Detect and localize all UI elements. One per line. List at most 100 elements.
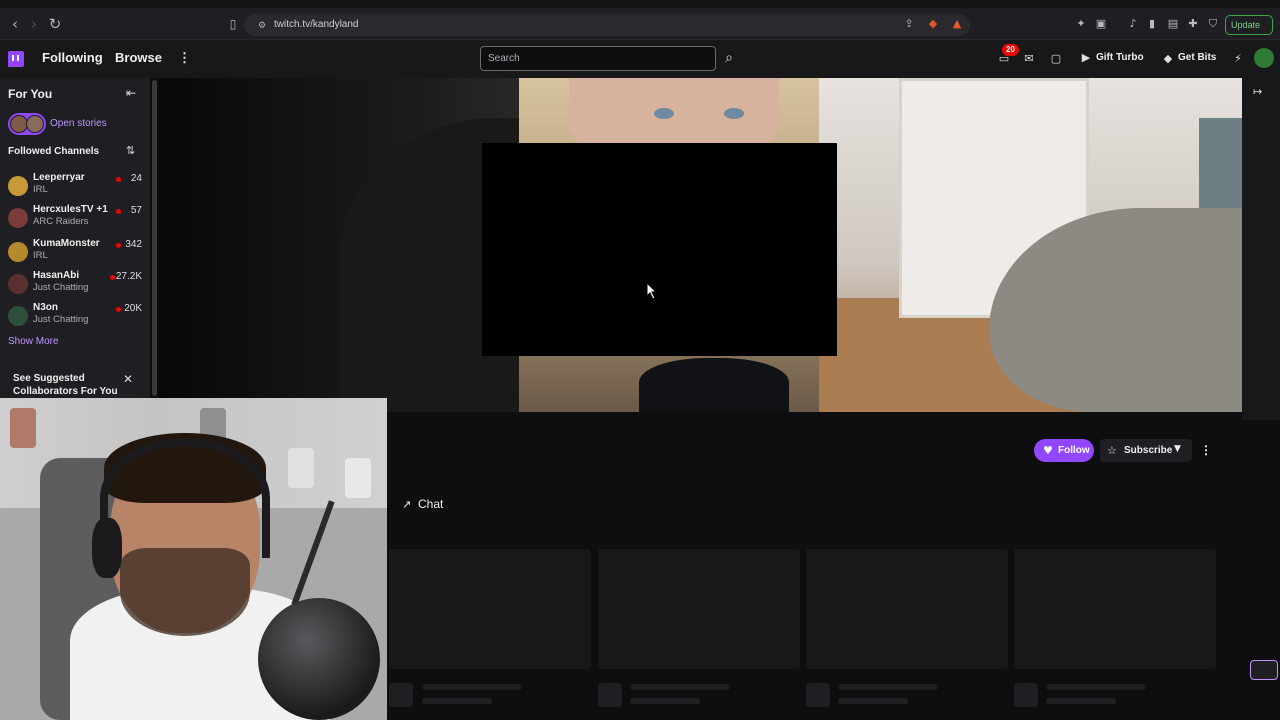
show-more-link[interactable]: Show More xyxy=(8,336,59,347)
live-dot-icon xyxy=(110,275,115,280)
video-streamer-shirt xyxy=(639,358,789,412)
webcam-person-beard xyxy=(120,548,250,636)
skeleton-line xyxy=(1046,684,1146,690)
extensions-icon[interactable]: ✦ xyxy=(1074,17,1088,31)
channel-category: IRL xyxy=(33,184,48,195)
followed-channel[interactable]: KumaMonster IRL 342 xyxy=(0,238,150,268)
channel-category: Just Chatting xyxy=(33,314,89,325)
close-icon[interactable]: ✕ xyxy=(123,372,133,386)
skeleton-line xyxy=(630,698,700,704)
channel-name: N3on xyxy=(33,302,58,313)
chat-collapsed-panel xyxy=(1242,78,1280,420)
channel-category: IRL xyxy=(33,250,48,261)
ai-icon[interactable]: ⚡ xyxy=(1230,51,1246,67)
live-dot-icon xyxy=(116,243,121,248)
skeleton-avatar xyxy=(598,683,622,707)
tab-search-icon[interactable]: ▣ xyxy=(1094,17,1108,31)
brave-shield-icon[interactable]: ◆ xyxy=(926,17,940,31)
star-icon: ☆ xyxy=(1107,444,1117,457)
viewer-count: 342 xyxy=(125,239,142,250)
video-card-placeholder[interactable] xyxy=(1014,549,1216,669)
sort-icon[interactable]: ⇅ xyxy=(126,144,135,157)
nav-following[interactable]: Following xyxy=(42,50,103,65)
webcam-overlay xyxy=(0,398,387,720)
skeleton-line xyxy=(422,698,492,704)
nav-browse[interactable]: Browse xyxy=(115,50,162,65)
open-stories-link[interactable]: Open stories xyxy=(50,118,107,129)
reload-icon[interactable]: ↻ xyxy=(45,14,65,34)
followed-channel[interactable]: HercxulesTV +1 ARC Raiders 57 xyxy=(0,204,150,234)
popout-arrow-icon: ↗ xyxy=(402,498,412,511)
viewer-count: 27.2K xyxy=(115,271,142,282)
skeleton-avatar xyxy=(389,683,413,707)
twitch-logo-icon[interactable] xyxy=(8,51,24,67)
shelf-item xyxy=(288,448,314,488)
chat-link[interactable]: Chat xyxy=(418,497,443,511)
vpn-icon[interactable]: ⛉ xyxy=(1206,17,1220,31)
stories-avatars[interactable] xyxy=(8,113,46,135)
channel-name: HasanAbi xyxy=(33,270,80,281)
suggested-collaborators-prompt[interactable]: See Suggested Collaborators For You xyxy=(13,372,123,398)
more-options-icon[interactable]: ⋮ xyxy=(1200,443,1212,457)
back-icon[interactable]: ‹ xyxy=(5,14,25,34)
music-icon[interactable]: ♪ xyxy=(1126,17,1140,31)
browser-tab-strip[interactable] xyxy=(0,0,1280,8)
url-text[interactable]: twitch.tv/kandyland xyxy=(274,19,359,30)
viewer-count: 20K xyxy=(124,303,142,314)
channel-avatar xyxy=(8,306,28,326)
wallet-icon[interactable]: ▤ xyxy=(1166,17,1180,31)
search-placeholder: Search xyxy=(488,53,520,64)
followed-channel[interactable]: N3on Just Chatting 20K xyxy=(0,302,150,332)
get-bits-button[interactable]: Get Bits xyxy=(1178,52,1216,63)
search-icon[interactable]: ⌕ xyxy=(718,46,740,71)
skeleton-avatar xyxy=(1014,683,1038,707)
notification-badge: 20 xyxy=(1002,44,1019,56)
gift-turbo-button[interactable]: Gift Turbo xyxy=(1096,52,1144,63)
live-dot-icon xyxy=(116,177,121,182)
update-button[interactable]: Update xyxy=(1225,15,1273,35)
followed-channel[interactable]: Leeperryar IRL 24 xyxy=(0,172,150,202)
skeleton-line xyxy=(838,698,908,704)
whispers-icon[interactable]: ▢ xyxy=(1048,51,1064,67)
skeleton-line xyxy=(630,684,730,690)
followed-channel[interactable]: HasanAbi Just Chatting 27.2K xyxy=(0,270,150,300)
skeleton-line xyxy=(838,684,938,690)
video-card-placeholder[interactable] xyxy=(806,549,1008,669)
bits-icon: ◆ xyxy=(1163,52,1173,65)
shelf-item xyxy=(10,408,36,448)
channel-avatar xyxy=(8,242,28,262)
channel-avatar xyxy=(8,274,28,294)
video-card-placeholder[interactable] xyxy=(389,549,591,669)
eye xyxy=(654,108,674,119)
bookmark-icon[interactable]: ▯ xyxy=(223,14,243,34)
puzzle-icon[interactable]: ✚ xyxy=(1186,17,1200,31)
live-dot-icon xyxy=(116,209,121,214)
video-card-placeholder[interactable] xyxy=(598,549,800,669)
eye xyxy=(724,108,744,119)
rewards-icon[interactable]: ▲ xyxy=(950,17,964,31)
sidebar-scrollbar[interactable] xyxy=(152,80,157,396)
share-icon[interactable]: ⇪ xyxy=(902,17,916,31)
chevron-down-icon[interactable]: ▼ xyxy=(1174,444,1181,454)
mouse-cursor-icon xyxy=(646,282,658,300)
sidebar-heading: For You xyxy=(8,87,53,101)
collapse-sidebar-icon[interactable]: ⇤ xyxy=(126,86,136,100)
forward-icon[interactable]: › xyxy=(24,14,44,34)
more-menu-icon[interactable]: ⋮ xyxy=(178,50,191,66)
channel-avatar xyxy=(8,176,28,196)
inbox-icon[interactable]: ✉ xyxy=(1021,51,1037,67)
channel-name: HercxulesTV +1 xyxy=(33,204,108,215)
skeleton-avatar xyxy=(806,683,830,707)
channel-avatar xyxy=(8,208,28,228)
expand-chat-icon[interactable]: ↦ xyxy=(1253,85,1262,98)
turbo-icon: ▶ xyxy=(1081,51,1091,64)
user-avatar[interactable] xyxy=(1254,48,1274,68)
clip-badge[interactable] xyxy=(1250,660,1278,680)
skeleton-line xyxy=(1046,698,1116,704)
shelf-item xyxy=(345,458,371,498)
channel-category: ARC Raiders xyxy=(33,216,89,227)
microphone xyxy=(258,598,380,720)
mic-arm xyxy=(291,500,335,606)
site-info-icon[interactable]: ⚙ xyxy=(255,19,269,33)
sidebar-toggle-icon[interactable]: ▮ xyxy=(1145,17,1159,31)
